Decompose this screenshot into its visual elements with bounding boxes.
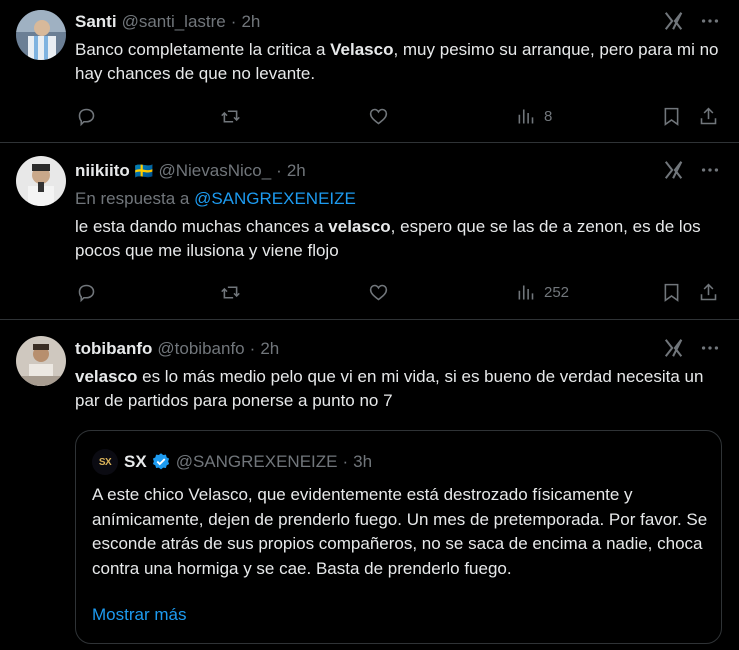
- tweet-header: niikiito 🇸🇪 @NievasNico_ · 2h: [75, 161, 306, 181]
- reply-button[interactable]: [76, 101, 97, 131]
- separator-dot: ·: [249, 339, 256, 358]
- share-button[interactable]: [698, 101, 719, 131]
- show-more-link[interactable]: Mostrar más: [92, 605, 186, 625]
- timestamp[interactable]: 2h: [241, 12, 260, 32]
- views-count: 8: [544, 107, 553, 125]
- tweet-actions: 252: [70, 277, 726, 307]
- bookmark-icon: [664, 107, 679, 126]
- heart-icon: [369, 284, 388, 300]
- heart-icon: [369, 108, 388, 124]
- quoted-tweet-header: SX SX @SANGREXENEIZE · 3h: [92, 449, 372, 475]
- views-icon: [518, 285, 534, 299]
- tweet-text-bold: velasco: [75, 367, 138, 386]
- grok-icon[interactable]: [663, 159, 685, 181]
- tweet-niikiito[interactable]: niikiito 🇸🇪 @NievasNico_ · 2h En respues…: [0, 143, 739, 320]
- separator-dot: ·: [342, 452, 349, 471]
- reply-context: En respuesta a @SANGREXENEIZE: [75, 189, 356, 209]
- tweet-text-bold: Velasco: [330, 40, 394, 59]
- grok-icon[interactable]: [663, 10, 685, 32]
- more-icon[interactable]: [699, 337, 721, 359]
- views-count: 252: [544, 283, 570, 301]
- tweet-header: Santi @santi_lastre · 2h: [75, 12, 260, 32]
- retweet-icon: [221, 109, 240, 123]
- quoted-display-name[interactable]: SX: [124, 452, 147, 472]
- tweet-text-part: Banco completamente la critica a: [75, 40, 331, 59]
- bookmark-button[interactable]: [661, 277, 682, 307]
- retweet-button[interactable]: [220, 101, 241, 131]
- like-button[interactable]: [368, 277, 389, 307]
- user-handle[interactable]: @tobibanfo: [157, 339, 244, 359]
- share-icon: [700, 107, 717, 124]
- views-icon: [518, 109, 534, 123]
- tweet-top-actions: [663, 159, 721, 181]
- flag-emoji: 🇸🇪: [134, 163, 154, 180]
- display-name[interactable]: niikiito: [75, 161, 130, 181]
- avatar[interactable]: [16, 10, 66, 60]
- display-name[interactable]: Santi: [75, 12, 117, 32]
- timestamp[interactable]: 2h: [287, 161, 306, 181]
- tweet-text: Banco completamente la critica a Velasco…: [75, 38, 720, 86]
- retweet-icon: [221, 285, 240, 299]
- tweet-text: le esta dando muchas chances a velasco, …: [75, 215, 720, 263]
- tweet-header: tobibanfo @tobibanfo · 2h: [75, 339, 279, 359]
- quoted-avatar[interactable]: SX: [92, 449, 118, 475]
- quoted-timestamp[interactable]: 3h: [353, 452, 372, 472]
- bookmark-button[interactable]: [661, 101, 682, 131]
- avatar[interactable]: [16, 336, 66, 386]
- user-handle[interactable]: @NievasNico_: [158, 161, 271, 181]
- reply-mention-link[interactable]: @SANGREXENEIZE: [194, 189, 356, 208]
- user-handle[interactable]: @santi_lastre: [122, 12, 226, 32]
- verified-badge-icon: [152, 453, 169, 470]
- separator-dot: ·: [230, 12, 237, 31]
- grok-icon[interactable]: [663, 337, 685, 359]
- reply-icon: [78, 108, 95, 126]
- views-button[interactable]: 252: [515, 277, 569, 307]
- views-button[interactable]: 8: [515, 101, 552, 131]
- quoted-user-handle[interactable]: @SANGREXENEIZE: [176, 452, 338, 472]
- share-button[interactable]: [698, 277, 719, 307]
- quoted-avatar-logo: SX: [98, 456, 112, 468]
- quoted-tweet-text: A este chico Velasco, que evidentemente …: [92, 485, 708, 578]
- tweet-text: velasco es lo más medio pelo que vi en m…: [75, 365, 720, 413]
- retweet-button[interactable]: [220, 277, 241, 307]
- tweet-top-actions: [663, 337, 721, 359]
- reply-prefix: En respuesta a: [75, 189, 195, 208]
- share-icon: [700, 283, 717, 300]
- separator-dot: ·: [276, 161, 282, 180]
- timestamp[interactable]: 2h: [260, 339, 279, 359]
- like-button[interactable]: [368, 101, 389, 131]
- reply-button[interactable]: [76, 277, 97, 307]
- tweet-text-part: le esta dando muchas chances a: [75, 217, 329, 236]
- quoted-tweet[interactable]: SX SX @SANGREXENEIZE · 3h A este chico V…: [75, 430, 722, 644]
- more-icon[interactable]: [699, 159, 721, 181]
- display-name[interactable]: tobibanfo: [75, 339, 152, 359]
- tweet-santi[interactable]: Santi @santi_lastre · 2h Banco completam…: [0, 0, 739, 143]
- tweet-top-actions: [663, 10, 721, 32]
- tweet-text-bold: velasco: [328, 217, 391, 236]
- bookmark-icon: [664, 283, 679, 302]
- tweet-text-part: es lo más medio pelo que vi en mi vida, …: [75, 367, 704, 410]
- reply-icon: [78, 284, 95, 302]
- tweet-actions: 8: [70, 101, 726, 131]
- avatar[interactable]: [16, 156, 66, 206]
- more-icon[interactable]: [699, 10, 721, 32]
